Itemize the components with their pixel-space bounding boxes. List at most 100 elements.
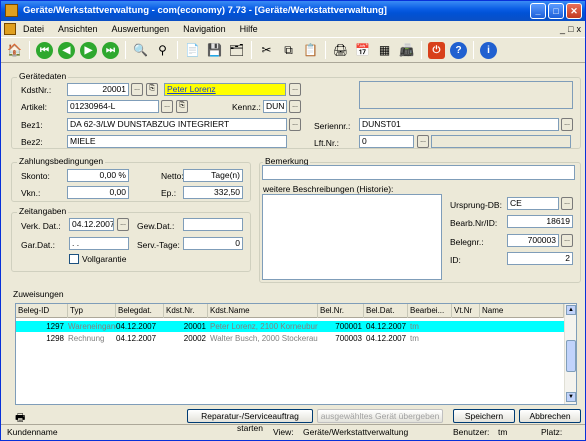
last-record-icon[interactable]: ⏭ bbox=[101, 41, 120, 60]
column-header[interactable]: Typ bbox=[68, 304, 116, 318]
kunde-name-field[interactable]: Peter Lorenz bbox=[164, 83, 286, 96]
power-icon[interactable]: ⏻ bbox=[427, 41, 446, 60]
next-record-icon[interactable]: ▶ bbox=[79, 41, 98, 60]
gar-dat-field[interactable]: . . bbox=[69, 237, 129, 250]
vkn-field[interactable]: 0,00 bbox=[67, 186, 129, 199]
artikel-field[interactable]: 01230964-L bbox=[67, 100, 159, 113]
belegnr-lookup-button[interactable]: ... bbox=[561, 234, 573, 247]
belegnr-field[interactable]: 700003 bbox=[507, 234, 559, 247]
table-scrollbar[interactable]: ▲ ▼ bbox=[564, 304, 576, 404]
lieferant-name-field bbox=[431, 135, 571, 148]
kennz-lookup-button[interactable]: ... bbox=[289, 100, 301, 113]
historie-textarea[interactable] bbox=[262, 194, 442, 280]
seriennr-lookup-button[interactable]: ... bbox=[561, 118, 573, 131]
verk-dat-picker-button[interactable]: ... bbox=[117, 218, 129, 231]
speichern-button[interactable]: Speichern bbox=[453, 409, 515, 423]
menu-datei[interactable]: Datei bbox=[16, 24, 51, 34]
gew-dat-field[interactable] bbox=[183, 218, 243, 231]
weitere-label: weitere Beschreibungen (Historie): bbox=[263, 184, 394, 194]
menu-auswertungen[interactable]: Auswertungen bbox=[105, 24, 177, 34]
bez2-label: Bez2: bbox=[21, 137, 43, 147]
close-button[interactable]: ✕ bbox=[566, 3, 582, 19]
kdstnr-lookup-button[interactable]: ... bbox=[131, 83, 143, 96]
first-record-icon[interactable]: ⏮ bbox=[35, 41, 54, 60]
reparatur-button[interactable]: Reparatur-/Serviceauftrag starten bbox=[187, 409, 313, 433]
print-icon[interactable]: 🖨 bbox=[331, 41, 350, 60]
table-row[interactable]: 1297 Wareneingang 04.12.2007 20001 Peter… bbox=[16, 321, 564, 332]
column-header[interactable]: Bel.Dat. bbox=[364, 304, 408, 318]
info-icon[interactable]: i bbox=[479, 41, 498, 60]
minimize-button[interactable]: _ bbox=[530, 3, 546, 19]
lftnr-lookup-button[interactable]: ... bbox=[417, 135, 429, 148]
table-cell: 04.12.2007 bbox=[116, 334, 157, 343]
column-header[interactable]: Bearbei... bbox=[408, 304, 452, 318]
bearb-field[interactable]: 18619 bbox=[507, 215, 573, 228]
previous-record-icon[interactable]: ◀ bbox=[57, 41, 76, 60]
column-header[interactable]: Beleg-ID bbox=[16, 304, 68, 318]
serv-tage-field[interactable]: 0 bbox=[183, 237, 243, 250]
home-icon[interactable]: 🏠 bbox=[5, 41, 24, 60]
artikel-link-button[interactable]: ⎘ bbox=[176, 100, 188, 113]
menu-hilfe[interactable]: Hilfe bbox=[233, 24, 265, 34]
column-header[interactable]: Kdst.Nr. bbox=[164, 304, 208, 318]
maximize-button[interactable]: □ bbox=[548, 3, 564, 19]
mdi-minimize-button[interactable]: _ bbox=[560, 24, 565, 34]
save-icon[interactable]: 💾 bbox=[205, 41, 224, 60]
table-cell bbox=[480, 321, 564, 332]
menu-navigation[interactable]: Navigation bbox=[176, 24, 233, 34]
scroll-down-icon[interactable]: ▼ bbox=[566, 392, 576, 402]
search-icon[interactable]: 🔍 bbox=[131, 41, 150, 60]
toolbar-separator bbox=[421, 41, 422, 59]
verk-dat-field[interactable]: 04.12.2007 bbox=[69, 218, 114, 231]
scroll-thumb[interactable] bbox=[566, 340, 576, 372]
bez1-lookup-button[interactable]: ... bbox=[289, 118, 301, 131]
kennz-field[interactable]: DUN bbox=[263, 100, 287, 113]
bez2-field[interactable]: MIELE bbox=[67, 135, 287, 148]
calendar-icon[interactable]: 📅 bbox=[353, 41, 372, 60]
kunde-lookup-button[interactable]: ... bbox=[289, 83, 301, 96]
help-icon[interactable]: ? bbox=[449, 41, 468, 60]
kdstnr-field[interactable]: 20001 bbox=[67, 83, 129, 96]
gar-dat-label: Gar.Dat.: bbox=[21, 240, 56, 250]
save-as-icon[interactable]: 🗂 bbox=[227, 41, 246, 60]
seriennr-field[interactable]: DUNST01 bbox=[359, 118, 559, 131]
column-header[interactable]: Vt.Nr bbox=[452, 304, 480, 318]
bez1-field[interactable]: DA 62-3/LW DUNSTABZUG INTEGRIERT bbox=[67, 118, 287, 131]
cut-icon[interactable]: ✂ bbox=[257, 41, 276, 60]
mdi-restore-button[interactable]: □ bbox=[568, 24, 573, 34]
menu-ansichten[interactable]: Ansichten bbox=[51, 24, 105, 34]
lftnr-field[interactable]: 0 bbox=[359, 135, 414, 148]
column-header[interactable]: Belegdat. bbox=[116, 304, 164, 318]
new-document-icon[interactable]: 📄 bbox=[183, 41, 202, 60]
vollgarantie-label: Vollgarantie bbox=[82, 254, 127, 264]
ursprung-field[interactable]: CE bbox=[507, 197, 559, 210]
table-cell: 20001 bbox=[183, 322, 206, 331]
ep-field[interactable]: 332,50 bbox=[183, 186, 243, 199]
column-header[interactable]: Kdst.Name bbox=[208, 304, 318, 318]
bearb-label: Bearb.Nr/ID: bbox=[450, 218, 498, 228]
geraet-uebergeben-button[interactable]: ausgewähltes Gerät übergeben bbox=[317, 409, 443, 423]
ep-label: Ep.: bbox=[161, 188, 177, 198]
fax-icon[interactable]: 📠 bbox=[397, 41, 416, 60]
table-row[interactable]: 1298 Rechnung 04.12.2007 20002 Walter Bu… bbox=[16, 333, 564, 344]
artikel-lookup-button[interactable]: ... bbox=[161, 100, 173, 113]
column-header[interactable]: Name bbox=[480, 304, 564, 318]
mdi-close-button[interactable]: x bbox=[577, 24, 582, 34]
abbrechen-button[interactable]: Abbrechen bbox=[519, 409, 581, 423]
vollgarantie-checkbox[interactable] bbox=[69, 254, 79, 264]
toolbar: 🏠 ⏮ ◀ ▶ ⏭ 🔍 ⚲ 📄 💾 🗂 ✂ ⧉ 📋 🖨 📅 ▦ 📠 ⏻ ? i bbox=[1, 37, 585, 63]
copy-icon[interactable]: ⧉ bbox=[279, 41, 298, 60]
skonto-field[interactable]: 0,00 % bbox=[67, 169, 129, 182]
kdstnr-link-button[interactable]: ⎘ bbox=[146, 83, 158, 96]
filter-icon[interactable]: ⚲ bbox=[153, 41, 172, 60]
calculator-icon[interactable]: ▦ bbox=[375, 41, 394, 60]
main-window: Geräte/Werkstattverwaltung - com(economy… bbox=[0, 0, 586, 441]
scroll-up-icon[interactable]: ▲ bbox=[566, 305, 576, 315]
id-field[interactable]: 2 bbox=[507, 252, 573, 265]
ursprung-lookup-button[interactable]: ... bbox=[561, 197, 573, 210]
bemerkung-field[interactable] bbox=[262, 165, 575, 180]
document-icon[interactable] bbox=[4, 23, 16, 35]
column-header[interactable]: Bel.Nr. bbox=[318, 304, 364, 318]
netto-field[interactable]: Tage(n) bbox=[183, 169, 243, 182]
paste-icon[interactable]: 📋 bbox=[301, 41, 320, 60]
